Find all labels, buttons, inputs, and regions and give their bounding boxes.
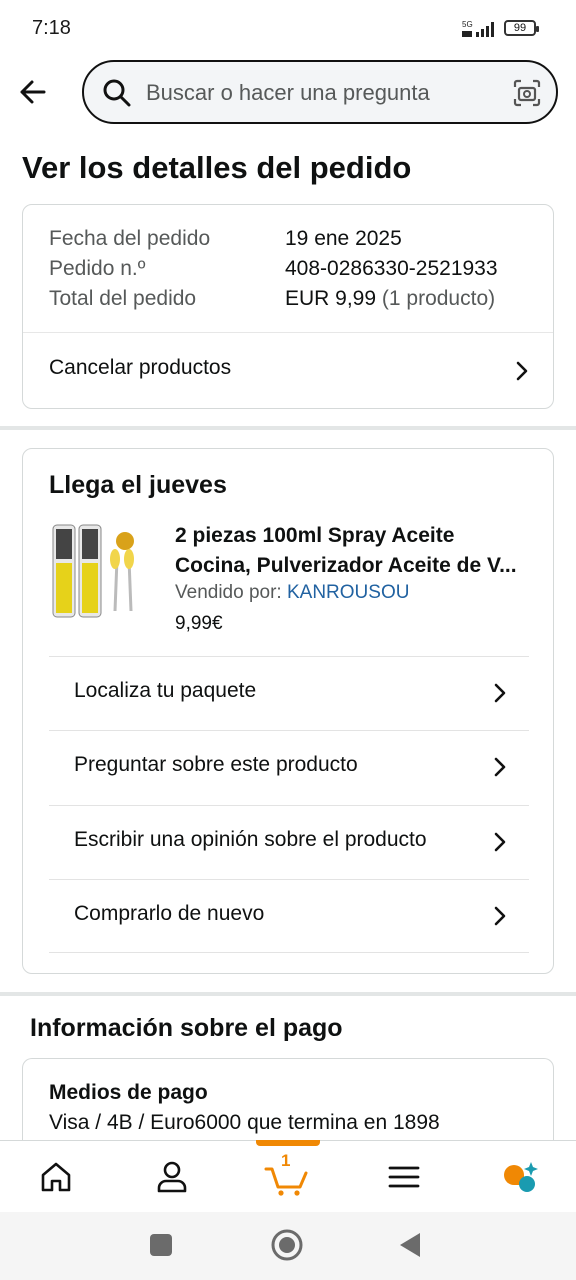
active-tab-indicator (256, 1140, 320, 1146)
top-bar: Buscar o hacer una pregunta (0, 56, 576, 132)
order-number-label: Pedido n.º (49, 257, 146, 280)
chevron-right-icon (494, 757, 506, 777)
home-button-icon[interactable] (270, 1228, 304, 1262)
product-price: 9,99€ (175, 613, 223, 634)
action-label: Preguntar sobre este producto (74, 753, 358, 776)
back-button-icon[interactable] (398, 1231, 424, 1259)
track-package-button[interactable]: Localiza tu paquete (49, 656, 529, 730)
page-title: Ver los detalles del pedido (22, 150, 412, 185)
bottom-nav: 1 (0, 1140, 576, 1213)
order-total-label: Total del pedido (49, 287, 197, 310)
payment-method-value: Visa / 4B / Euro6000 que termina en 1898 (49, 1111, 440, 1134)
section-separator (0, 992, 576, 996)
search-input[interactable]: Buscar o hacer una pregunta (146, 80, 430, 106)
svg-text:5G: 5G (462, 20, 473, 29)
order-total-amount: EUR 9,99 (285, 287, 377, 310)
order-number-row: Pedido n.º 408-0286330-2521933 (49, 257, 498, 281)
action-label: Localiza tu paquete (74, 679, 257, 702)
delivery-card: Llega el jueves 2 piezas 100ml Spray Ace… (22, 448, 554, 974)
cart-count: 1 (281, 1151, 291, 1170)
chevron-right-icon (494, 906, 506, 926)
account-icon[interactable] (152, 1157, 192, 1197)
delivery-heading: Llega el jueves (49, 471, 227, 499)
recent-apps-icon[interactable] (148, 1232, 174, 1258)
order-date-value: 19 ene 2025 (285, 227, 402, 250)
menu-icon[interactable] (384, 1157, 424, 1197)
product-image[interactable] (49, 519, 145, 623)
search-icon (103, 79, 131, 107)
rufus-assistant-icon[interactable] (500, 1157, 540, 1197)
status-bar: 7:18 5G 99 (0, 0, 576, 56)
chevron-right-icon (494, 683, 506, 703)
order-number-value: 408-0286330-2521933 (285, 257, 498, 280)
seller-line: Vendido por: KANROUSOU (175, 582, 409, 604)
payment-heading: Información sobre el pago (30, 1014, 343, 1042)
buy-again-button[interactable]: Comprarlo de nuevo (49, 879, 529, 953)
search-bar[interactable]: Buscar o hacer una pregunta (82, 60, 558, 124)
write-review-button[interactable]: Escribir una opinión sobre el producto (49, 805, 529, 879)
order-total-count: (1 producto) (381, 287, 496, 310)
payment-method-title: Medios de pago (49, 1081, 208, 1104)
order-summary-card: Fecha del pedido 19 ene 2025 Pedido n.º … (22, 204, 554, 409)
signal-icon: 5G (462, 20, 494, 37)
order-total-value: EUR 9,99 (1 producto) (285, 287, 495, 311)
section-separator (0, 426, 576, 430)
back-arrow-icon[interactable] (14, 72, 54, 112)
ask-about-product-button[interactable]: Preguntar sobre este producto (49, 730, 529, 804)
seller-prefix: Vendido por: (175, 582, 282, 603)
action-label: Escribir una opinión sobre el producto (74, 828, 427, 851)
cancel-products-button[interactable]: Cancelar productos (23, 333, 553, 409)
seller-link[interactable]: KANROUSOU (287, 582, 409, 603)
cancel-products-label: Cancelar productos (49, 356, 232, 379)
camera-scan-icon[interactable] (512, 78, 542, 108)
chevron-right-icon (516, 361, 528, 381)
action-label: Comprarlo de nuevo (74, 902, 265, 925)
chevron-right-icon (494, 832, 506, 852)
product-name-link[interactable]: 2 piezas 100ml Spray Aceite Cocina, Pulv… (175, 521, 535, 581)
order-date-row: Fecha del pedido 19 ene 2025 (49, 227, 402, 251)
order-total-row: Total del pedido EUR 9,99 (1 producto) (49, 287, 495, 311)
status-time: 7:18 (32, 17, 71, 39)
battery-icon: 99 (504, 20, 539, 36)
order-date-label: Fecha del pedido (49, 227, 211, 250)
system-nav-bar (0, 1212, 576, 1280)
home-icon[interactable] (36, 1157, 76, 1197)
